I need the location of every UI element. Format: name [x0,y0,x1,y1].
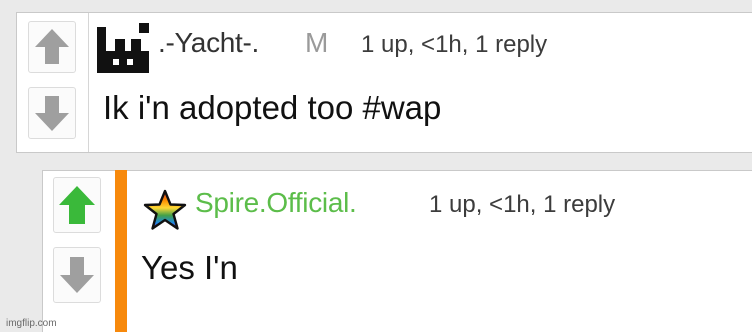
comment-text: Ik i'n adopted too #wap [103,89,442,126]
comment-username[interactable]: .-Yacht-. [158,27,259,59]
watermark: imgflip.com [6,318,57,329]
pixel-avatar [97,21,149,73]
arrow-down-icon [35,96,69,131]
comment-text: Yes I'n [141,249,238,286]
vote-column [17,13,89,152]
upvote-button[interactable] [53,177,101,233]
arrow-up-icon [35,29,69,64]
user-badge: M [305,27,329,58]
comment-thread: .-Yacht-. M 1 up, <1h, 1 reply Ik i'n ad… [0,0,752,332]
comment: .-Yacht-. M 1 up, <1h, 1 reply Ik i'n ad… [16,12,752,153]
avatar[interactable] [97,21,149,73]
comment-username[interactable]: Spire.Official. [195,187,357,219]
rainbow-star-icon [143,189,187,231]
arrow-down-icon [60,257,94,293]
comment-meta: 1 up, <1h, 1 reply [429,191,616,218]
comment-meta: 1 up, <1h, 1 reply [361,31,548,58]
downvote-button[interactable] [53,247,101,303]
upvote-button[interactable] [28,21,76,73]
vote-column [43,171,113,311]
reply-comment: Spire.Official. 1 up, <1h, 1 reply Yes I… [42,170,752,332]
arrow-up-icon [59,186,95,224]
downvote-button[interactable] [28,87,76,139]
reply-indicator-bar [115,170,127,332]
